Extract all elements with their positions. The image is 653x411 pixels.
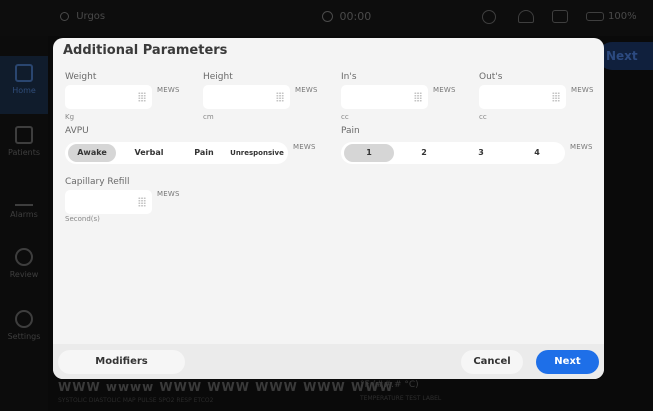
- clock-time: 00:00: [339, 10, 372, 23]
- outs-unit: cc: [479, 113, 487, 121]
- height-label: Height: [203, 72, 233, 82]
- background-temperature-label: TEMPERATURE TEST LABEL: [360, 395, 442, 402]
- outs-mews-label: MEWS: [571, 86, 594, 94]
- weight-unit: Kg: [65, 113, 75, 121]
- next-button[interactable]: Next: [536, 350, 599, 374]
- sidebar-item-label: Review: [9, 270, 39, 279]
- background-vitals-values: WWW wwww WWW WWW WWW WWW WWW: [58, 380, 394, 394]
- sidebar-item-label: Alarms: [10, 210, 38, 219]
- monitor-icon: [552, 10, 568, 23]
- ins-unit: cc: [341, 113, 349, 121]
- speaker-icon: [482, 10, 496, 24]
- settings-icon: [15, 310, 33, 328]
- cancel-button[interactable]: Cancel: [461, 350, 523, 374]
- modifiers-button[interactable]: Modifiers: [58, 350, 185, 374]
- alarm-icon: [15, 188, 33, 206]
- top-status-bar: Urgos 00:00 100%: [0, 0, 653, 36]
- capillary-refill-unit: Second(s): [65, 215, 100, 223]
- battery-percent: 100%: [608, 11, 637, 22]
- sidebar: Home Patients Alarms Review Settings: [0, 36, 48, 411]
- capillary-refill-input[interactable]: [65, 190, 152, 214]
- sidebar-item-settings[interactable]: Settings: [0, 302, 48, 360]
- keypad-icon[interactable]: [138, 197, 146, 207]
- height-mews-label: MEWS: [295, 86, 318, 94]
- weight-input[interactable]: [65, 85, 152, 109]
- sidebar-item-home[interactable]: Home: [0, 56, 48, 114]
- background-next-button: Next: [598, 42, 653, 70]
- avpu-option-verbal[interactable]: Verbal: [125, 144, 173, 162]
- sidebar-item-label: Patients: [7, 148, 41, 157]
- capillary-refill-label: Capillary Refill: [65, 177, 130, 187]
- avpu-option-pain[interactable]: Pain: [182, 144, 226, 162]
- weight-label: Weight: [65, 72, 97, 82]
- background-vitals-labels: SYSTOLIC DIASTOLIC MAP PULSE SPO2 RESP E…: [58, 397, 214, 404]
- background-temperature: °F (##.# °C): [360, 380, 419, 390]
- keypad-icon[interactable]: [276, 92, 284, 102]
- height-input[interactable]: [203, 85, 290, 109]
- pain-option-2[interactable]: 2: [399, 144, 449, 162]
- avpu-option-awake[interactable]: Awake: [68, 144, 116, 162]
- home-icon: [15, 64, 33, 82]
- dialog-footer: Modifiers Cancel Next: [53, 344, 604, 379]
- pain-mews-label: MEWS: [570, 143, 593, 151]
- avpu-mews-label: MEWS: [293, 143, 316, 151]
- pain-option-1[interactable]: 1: [344, 144, 394, 162]
- keypad-icon[interactable]: [138, 92, 146, 102]
- ins-label: In's: [341, 72, 357, 82]
- user-name: Urgos: [76, 11, 106, 22]
- ins-mews-label: MEWS: [433, 86, 456, 94]
- sidebar-item-review[interactable]: Review: [0, 240, 48, 298]
- sidebar-item-label: Home: [12, 86, 36, 95]
- outs-label: Out's: [479, 72, 503, 82]
- sidebar-item-patients[interactable]: Patients: [0, 118, 48, 176]
- user-icon: [60, 11, 69, 21]
- keypad-icon[interactable]: [552, 92, 560, 102]
- user-indicator: Urgos: [60, 11, 105, 22]
- ins-input[interactable]: [341, 85, 428, 109]
- patients-icon: [15, 126, 33, 144]
- sidebar-item-label: Settings: [7, 332, 41, 341]
- battery-icon: [586, 12, 604, 21]
- capillary-refill-mews-label: MEWS: [157, 190, 180, 198]
- additional-parameters-dialog: Additional Parameters Weight MEWS Kg Hei…: [53, 38, 604, 379]
- clock: 00:00: [322, 10, 371, 23]
- avpu-selector: Awake Verbal Pain Unresponsive: [65, 142, 288, 164]
- avpu-option-unresponsive[interactable]: Unresponsive: [228, 144, 286, 162]
- wifi-icon: [518, 10, 534, 23]
- outs-input[interactable]: [479, 85, 566, 109]
- dialog-title: Additional Parameters: [63, 43, 228, 58]
- sidebar-item-alarms[interactable]: Alarms: [0, 180, 48, 238]
- weight-mews-label: MEWS: [157, 86, 180, 94]
- clock-icon: [322, 11, 333, 22]
- height-unit: cm: [203, 113, 214, 121]
- pain-selector: 1 2 3 4: [341, 142, 565, 164]
- pain-option-4[interactable]: 4: [512, 144, 562, 162]
- pain-option-3[interactable]: 3: [456, 144, 506, 162]
- avpu-label: AVPU: [65, 126, 89, 136]
- keypad-icon[interactable]: [414, 92, 422, 102]
- review-icon: [15, 248, 33, 266]
- pain-label: Pain: [341, 126, 360, 136]
